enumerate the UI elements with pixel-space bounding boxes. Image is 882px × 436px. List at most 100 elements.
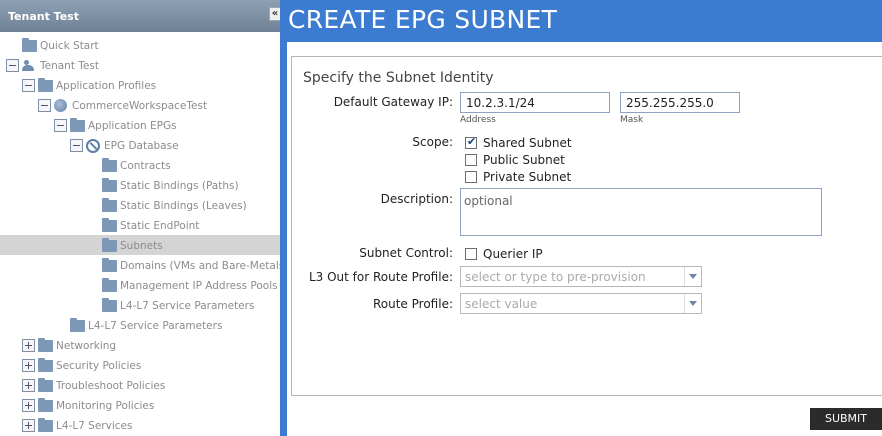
mask-hint: Mask: [620, 115, 644, 125]
folder-icon: [38, 378, 53, 392]
tree-node-label: Quick Start: [40, 40, 99, 52]
folder-icon: [102, 238, 117, 252]
submit-button[interactable]: SUBMIT: [810, 408, 882, 430]
tree-node-label: Application Profiles: [56, 80, 157, 92]
tree-node[interactable]: L4-L7 Service Parameters: [0, 315, 281, 335]
collapse-icon[interactable]: [38, 99, 51, 112]
l3out-route-profile-select[interactable]: select or type to pre-provision: [460, 266, 702, 287]
l3out-placeholder: select or type to pre-provision: [465, 270, 646, 284]
people-icon: [22, 60, 37, 72]
route-profile-select[interactable]: select value: [460, 293, 702, 314]
querier-ip-label: Querier IP: [483, 247, 543, 261]
scope-label: Scope:: [412, 135, 453, 149]
subnet-control-label: Subnet Control:: [359, 246, 453, 260]
public-subnet-label: Public Subnet: [483, 153, 565, 167]
tree-node-label: Troubleshoot Policies: [56, 380, 166, 392]
folder-icon: [38, 418, 53, 432]
tree-node[interactable]: Application Profiles: [0, 75, 281, 95]
private-subnet-checkbox[interactable]: [465, 171, 477, 183]
folder-icon: [38, 358, 53, 372]
expand-icon[interactable]: [22, 359, 35, 372]
dialog-title: CREATE EPG SUBNET: [288, 5, 558, 34]
dialog-body: Specify the Subnet Identity Default Gate…: [287, 42, 882, 436]
tree-node[interactable]: Subnets: [0, 235, 281, 255]
expand-icon[interactable]: [22, 379, 35, 392]
tree-node-label: L4-L7 Service Parameters: [120, 300, 255, 312]
public-subnet-checkbox[interactable]: [465, 154, 477, 166]
tree-node[interactable]: Networking: [0, 335, 281, 355]
tree-node[interactable]: Management IP Address Pools: [0, 275, 281, 295]
route-profile-dropdown-arrow-icon[interactable]: [684, 294, 701, 313]
tree-node-label: L4-L7 Service Parameters: [88, 320, 223, 332]
folder-icon: [70, 118, 85, 132]
folder-icon: [102, 198, 117, 212]
tree-node-label: Networking: [56, 340, 117, 352]
tree-node-label: Domains (VMs and Bare-Metals): [120, 260, 282, 272]
subnet-identity-panel: Specify the Subnet Identity Default Gate…: [291, 56, 882, 396]
tree-title: Tenant Test: [8, 10, 79, 23]
tree-node-label: EPG Database: [104, 140, 179, 152]
tree-node[interactable]: Domains (VMs and Bare-Metals): [0, 255, 282, 275]
create-epg-subnet-dialog: CREATE EPG SUBNET Specify the Subnet Ide…: [280, 0, 882, 436]
tree-node[interactable]: L4-L7 Service Parameters: [0, 295, 281, 315]
tree-node-label: Management IP Address Pools: [120, 280, 278, 292]
tree-node[interactable]: Contracts: [0, 155, 281, 175]
tree-node[interactable]: Tenant Test: [0, 55, 281, 75]
tree-node-label: Monitoring Policies: [56, 400, 155, 412]
tree-node-label: Static EndPoint: [120, 220, 200, 232]
tree-node[interactable]: Monitoring Policies: [0, 395, 281, 415]
expand-icon[interactable]: [22, 339, 35, 352]
tree-node[interactable]: EPG Database: [0, 135, 281, 155]
tree-node[interactable]: Static EndPoint: [0, 215, 281, 235]
tree-node[interactable]: Application EPGs: [0, 115, 281, 135]
gateway-mask-input[interactable]: 255.255.255.0: [620, 92, 740, 113]
epg-icon: [86, 139, 100, 153]
tree-node-label: Tenant Test: [40, 60, 99, 72]
folder-icon: [38, 78, 53, 92]
collapse-icon[interactable]: [6, 59, 19, 72]
folder-icon: [22, 38, 37, 52]
tree-node-label: L4-L7 Services: [56, 420, 133, 432]
description-label: Description:: [380, 192, 453, 206]
gateway-address-input[interactable]: 10.2.3.1/24: [460, 92, 610, 113]
folder-icon: [102, 218, 117, 232]
querier-ip-checkbox[interactable]: [465, 248, 477, 260]
description-textarea[interactable]: optional: [460, 188, 822, 236]
tree-node-label: Static Bindings (Paths): [120, 180, 239, 192]
gateway-label: Default Gateway IP:: [333, 95, 453, 109]
route-profile-placeholder: select value: [465, 297, 538, 311]
tree-node[interactable]: Quick Start: [0, 35, 281, 55]
expand-icon[interactable]: [22, 419, 35, 432]
folder-icon: [70, 318, 85, 332]
folder-icon: [102, 298, 117, 312]
tree-header: Tenant Test «: [0, 0, 281, 32]
tree-node-label: Application EPGs: [88, 120, 177, 132]
tree-node-label: Static Bindings (Leaves): [120, 200, 247, 212]
tree-node[interactable]: Static Bindings (Leaves): [0, 195, 281, 215]
tree-node-label: Contracts: [120, 160, 171, 172]
folder-icon: [38, 398, 53, 412]
tree-node[interactable]: Security Policies: [0, 355, 281, 375]
shared-subnet-label: Shared Subnet: [483, 136, 572, 150]
app-root: Tenant Test « Quick Start Tenant Test Appl…: [0, 0, 882, 436]
l3out-dropdown-arrow-icon[interactable]: [684, 267, 701, 286]
tree-node[interactable]: Troubleshoot Policies: [0, 375, 281, 395]
collapse-icon[interactable]: [22, 79, 35, 92]
collapse-icon[interactable]: [70, 139, 83, 152]
tree-node-label: Subnets: [120, 240, 163, 252]
tree-node[interactable]: CommerceWorkspaceTest: [0, 95, 281, 115]
expand-icon[interactable]: [22, 399, 35, 412]
tree-node[interactable]: Static Bindings (Paths): [0, 175, 281, 195]
folder-icon: [38, 338, 53, 352]
collapse-icon[interactable]: [54, 119, 67, 132]
navigation-tree: Tenant Test « Quick Start Tenant Test Appl…: [0, 0, 282, 436]
address-hint: Address: [460, 115, 496, 125]
folder-icon: [102, 278, 117, 292]
tree-node-label: CommerceWorkspaceTest: [72, 100, 208, 112]
tree-node[interactable]: L4-L7 Services: [0, 415, 281, 435]
folder-icon: [102, 258, 117, 272]
private-subnet-label: Private Subnet: [483, 170, 572, 184]
shared-subnet-checkbox[interactable]: [465, 135, 477, 149]
folder-icon: [102, 158, 117, 172]
folder-icon: [102, 178, 117, 192]
